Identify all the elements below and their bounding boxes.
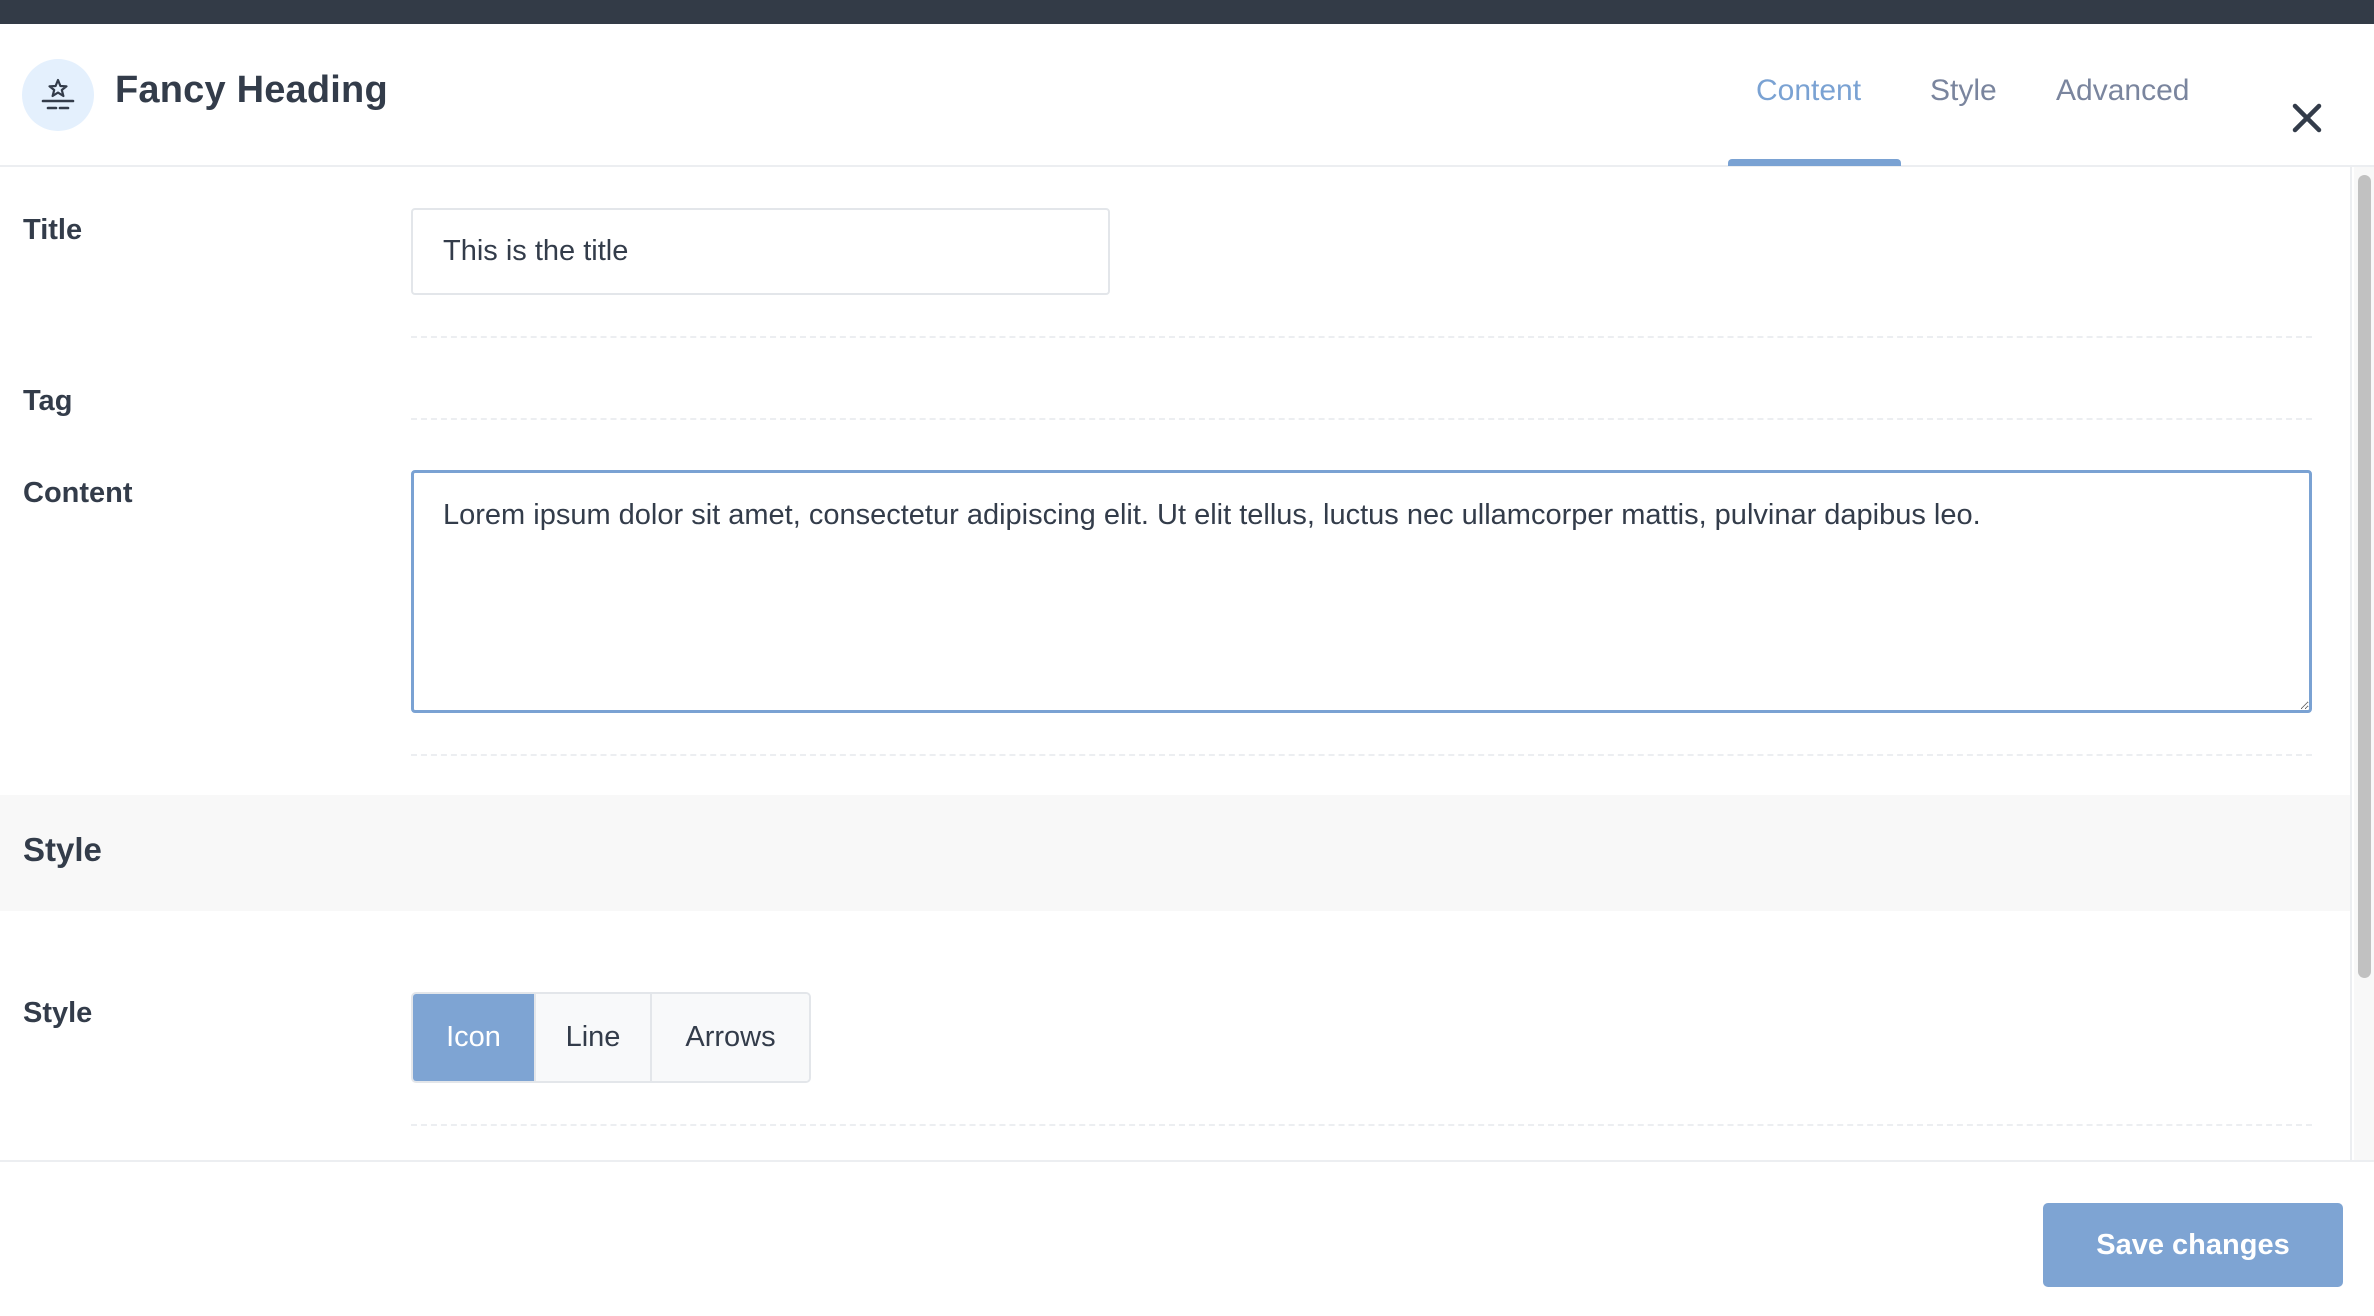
content-label: Content: [23, 477, 133, 509]
divider: [411, 336, 2312, 338]
title-label: Title: [23, 214, 83, 246]
dialog-title: Fancy Heading: [115, 69, 388, 111]
dialog-body: Title Tag Content Lorem ipsum dolor sit …: [0, 167, 2352, 1160]
active-tab-indicator: [1728, 159, 1901, 166]
style-option-icon[interactable]: Icon: [413, 994, 536, 1081]
divider: [411, 754, 2312, 756]
scrollbar[interactable]: [2354, 167, 2374, 1160]
divider: [411, 418, 2312, 420]
save-changes-button[interactable]: Save changes: [2043, 1203, 2343, 1287]
content-textarea[interactable]: Lorem ipsum dolor sit amet, consectetur …: [411, 470, 2312, 713]
tab-content[interactable]: Content: [1756, 74, 1861, 108]
title-input[interactable]: [411, 208, 1110, 295]
tab-style[interactable]: Style: [1930, 74, 1997, 108]
tab-advanced[interactable]: Advanced: [2056, 74, 2189, 108]
style-option-arrows[interactable]: Arrows: [652, 994, 809, 1081]
style-section-header: Style: [0, 795, 2350, 911]
scrollbar-thumb[interactable]: [2358, 175, 2371, 978]
close-button[interactable]: [2288, 96, 2326, 140]
top-bar: [0, 0, 2374, 24]
style-section-title: Style: [23, 831, 102, 868]
dialog-footer: Save changes: [0, 1160, 2374, 1316]
tag-label: Tag: [23, 385, 73, 417]
style-label: Style: [23, 997, 93, 1029]
fancy-heading-icon: [22, 59, 94, 131]
style-option-line[interactable]: Line: [536, 994, 652, 1081]
style-segmented-control: Icon Line Arrows: [411, 992, 811, 1083]
divider: [411, 1124, 2312, 1126]
dialog-header: Fancy Heading Content Style Advanced: [0, 24, 2374, 167]
close-icon: [2292, 103, 2322, 133]
